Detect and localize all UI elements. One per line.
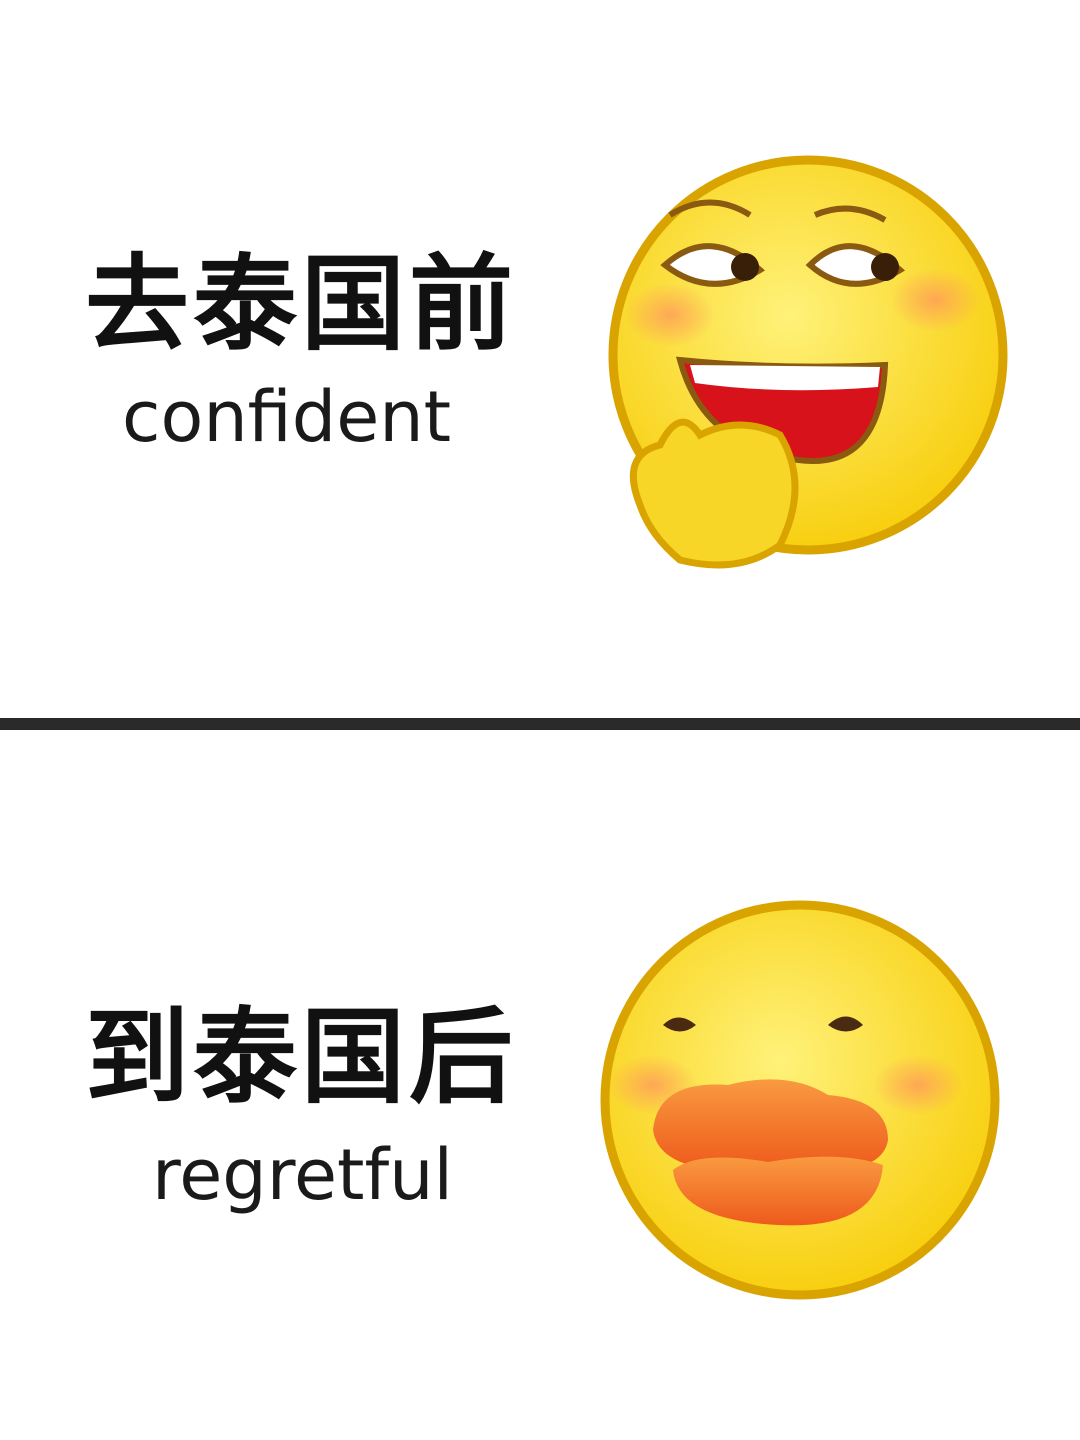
duck-lips-face-icon bbox=[600, 900, 1000, 1300]
bottom-caption-english: regretful bbox=[152, 1134, 453, 1216]
bottom-caption-chinese: 到泰国后 bbox=[85, 996, 518, 1118]
top-caption-chinese: 去泰国前 bbox=[85, 243, 518, 365]
smirking-laughing-face-icon bbox=[608, 155, 1008, 569]
top-caption-english: confident bbox=[122, 376, 452, 458]
divider-line bbox=[0, 718, 1080, 730]
